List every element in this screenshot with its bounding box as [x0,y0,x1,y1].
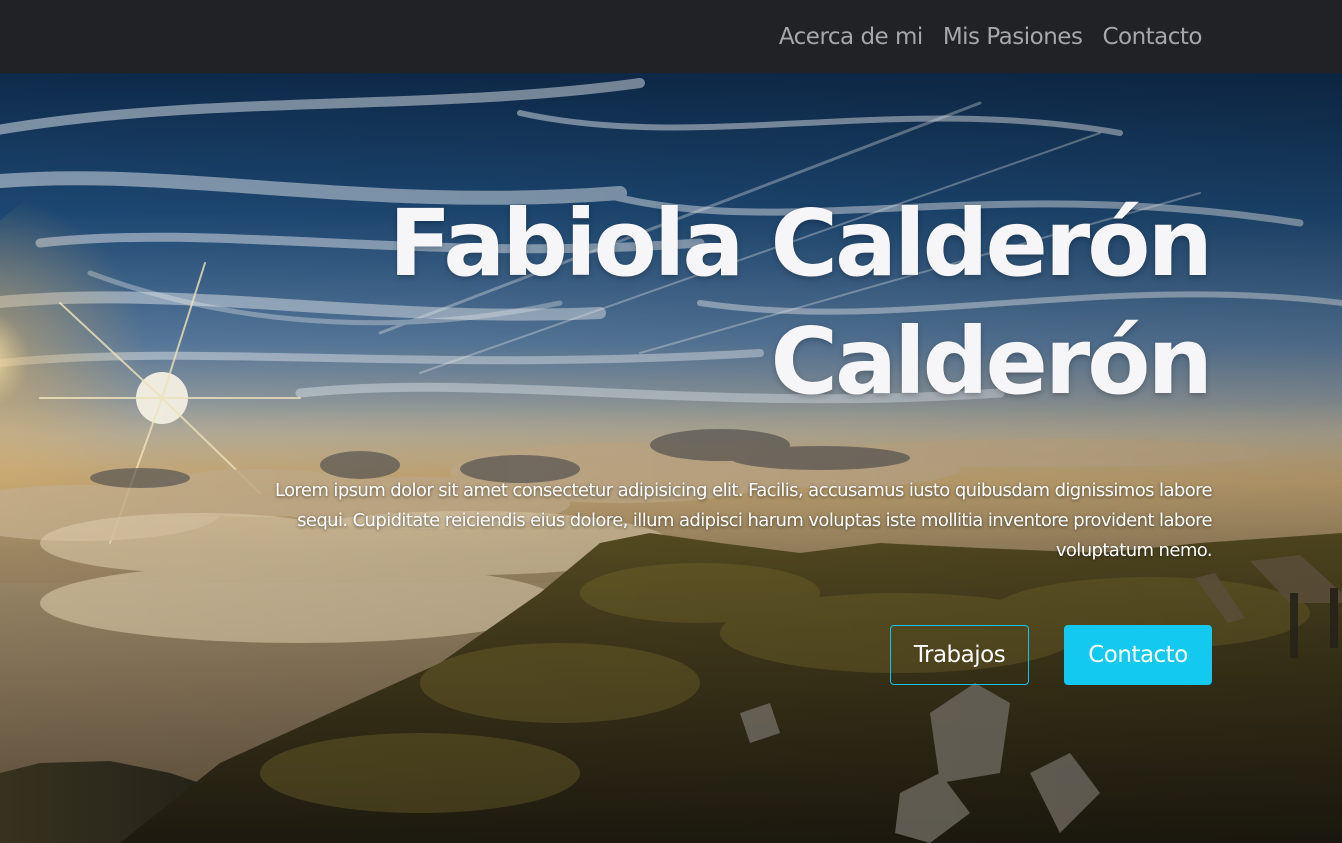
hero-title-line-1: Fabiola Calderón [388,190,1213,297]
landing-page: Acerca de mi Mis Pasiones Contacto Fabio… [0,0,1342,843]
nav-link-pasiones[interactable]: Mis Pasiones [943,24,1083,50]
nav-link-contacto[interactable]: Contacto [1102,24,1202,50]
works-button[interactable]: Trabajos [890,625,1029,685]
hero-description: Lorem ipsum dolor sit amet consectetur a… [274,480,1213,561]
hero-title: Fabiola Calderón Calderón [310,185,1213,421]
nav-link-acerca[interactable]: Acerca de mi [779,24,923,50]
contact-button[interactable]: Contacto [1064,625,1212,685]
navbar: Acerca de mi Mis Pasiones Contacto [0,0,1342,73]
hero-title-line-2: Calderón [770,308,1213,415]
nav-links: Acerca de mi Mis Pasiones Contacto [779,0,1203,73]
hero-section: Fabiola Calderón Calderón Lorem ipsum do… [0,73,1342,843]
